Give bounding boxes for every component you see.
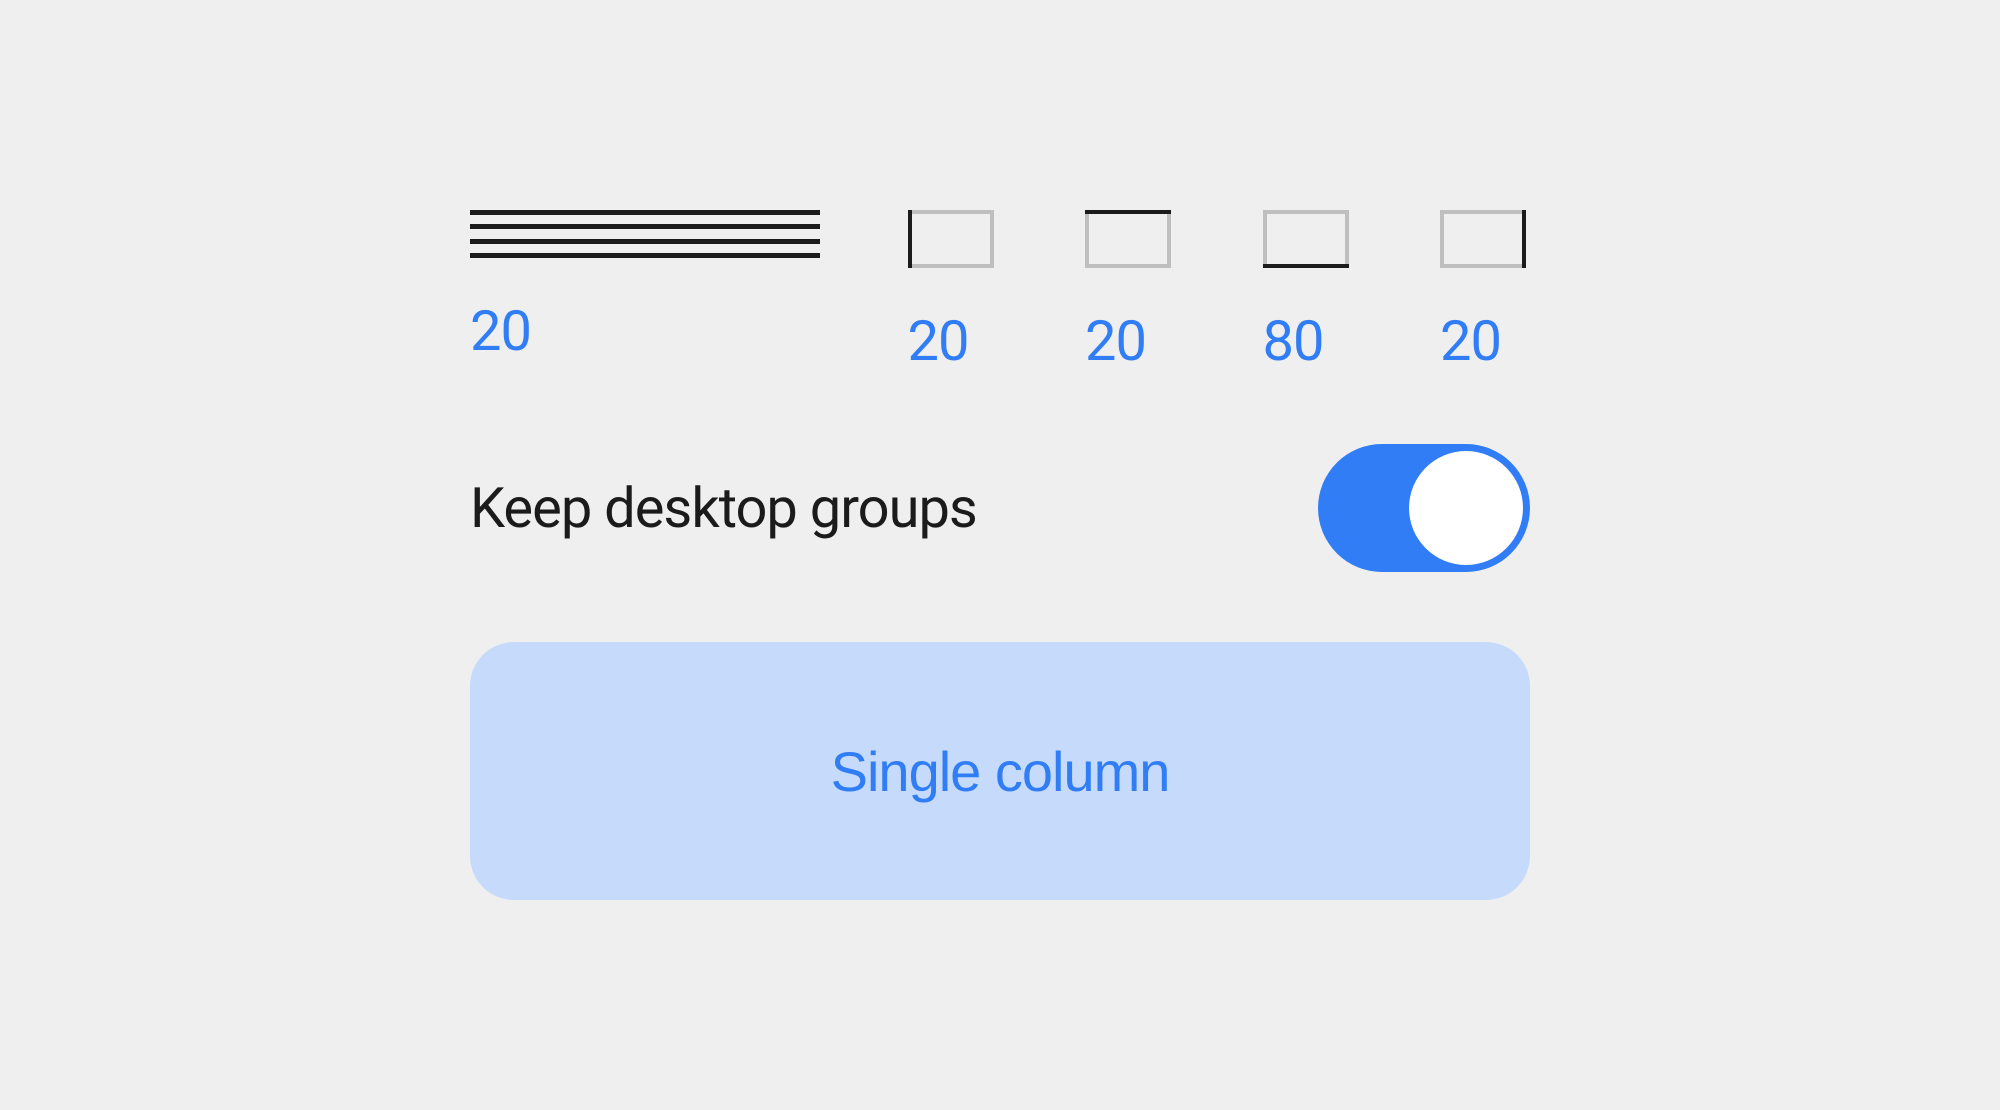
spacing-item-top[interactable]: 20 [1085, 210, 1175, 374]
spacing-value[interactable]: 20 [908, 308, 969, 374]
box-right-icon [1440, 210, 1526, 268]
keep-groups-row: Keep desktop groups [470, 444, 1530, 572]
spacing-row: 20 20 20 [470, 210, 1530, 374]
spacing-item-line-height[interactable]: 20 [470, 210, 820, 364]
single-column-button[interactable]: Single column [470, 642, 1530, 900]
spacing-value[interactable]: 80 [1263, 308, 1324, 374]
box-bottom-icon [1263, 210, 1349, 268]
spacing-value[interactable]: 20 [1440, 308, 1501, 374]
box-top-icon [1085, 210, 1171, 268]
layout-settings-panel: 20 20 20 [470, 210, 1530, 900]
line-spacing-icon [470, 210, 820, 258]
spacing-value[interactable]: 20 [470, 298, 531, 364]
spacing-item-bottom[interactable]: 80 [1263, 210, 1353, 374]
box-left-icon [908, 210, 994, 268]
keep-groups-toggle[interactable] [1318, 444, 1530, 572]
toggle-knob [1409, 451, 1523, 565]
spacing-item-left[interactable]: 20 [908, 210, 998, 374]
keep-groups-label: Keep desktop groups [470, 475, 977, 541]
single-column-label: Single column [831, 739, 1170, 804]
spacing-item-right[interactable]: 20 [1440, 210, 1530, 374]
spacing-value[interactable]: 20 [1085, 308, 1146, 374]
